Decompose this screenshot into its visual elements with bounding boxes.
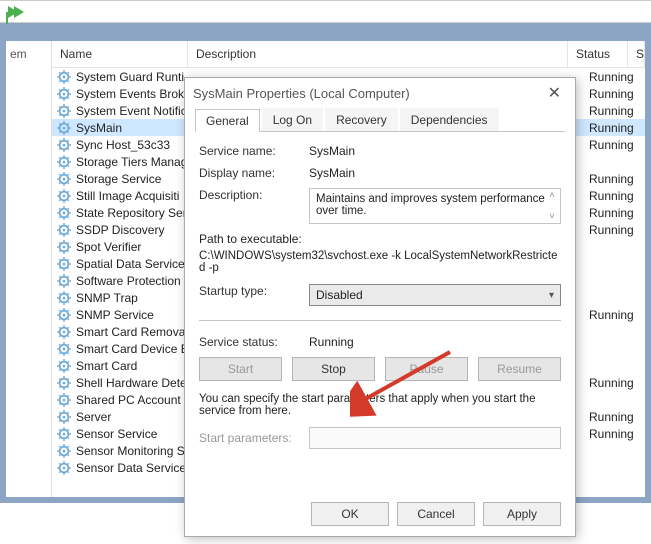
column-name[interactable]: Name <box>52 41 188 67</box>
tab-recovery[interactable]: Recovery <box>325 108 398 131</box>
gear-icon <box>56 358 72 374</box>
service-status: Running <box>585 308 645 322</box>
column-description[interactable]: Description <box>188 41 568 67</box>
list-header: Name Description Status S <box>52 41 645 68</box>
service-status: Running <box>585 104 645 118</box>
gear-icon <box>56 188 72 204</box>
stop-button[interactable]: Stop <box>292 357 375 381</box>
service-status: Running <box>585 189 645 203</box>
service-status: Running <box>585 427 645 441</box>
tab-logon[interactable]: Log On <box>262 108 323 131</box>
gear-icon <box>56 460 72 476</box>
gear-icon <box>56 409 72 425</box>
gear-icon <box>56 290 72 306</box>
service-status: Running <box>585 223 645 237</box>
dialog-title-bar: SysMain Properties (Local Computer) ✕ <box>185 78 575 108</box>
column-status[interactable]: Status <box>568 41 628 67</box>
description-box[interactable]: Maintains and improves system performanc… <box>309 188 561 224</box>
label-display-name: Display name: <box>199 166 309 180</box>
resume-button[interactable]: Resume <box>478 357 561 381</box>
service-status: Running <box>585 172 645 186</box>
gear-icon <box>56 154 72 170</box>
gear-icon <box>56 205 72 221</box>
gear-icon <box>56 239 72 255</box>
label-startup-type: Startup type: <box>199 284 309 298</box>
label-service-status: Service status: <box>199 335 309 349</box>
app-window: em Name Description Status S System Guar… <box>0 0 651 544</box>
start-params-input[interactable] <box>309 427 561 449</box>
gear-icon <box>56 69 72 85</box>
gear-icon <box>56 86 72 102</box>
gear-icon <box>56 443 72 459</box>
gear-icon <box>56 341 72 357</box>
chevron-down-icon: ▾ <box>549 290 554 301</box>
tab-dependencies[interactable]: Dependencies <box>400 108 499 131</box>
ok-button[interactable]: OK <box>311 502 389 526</box>
toolbar <box>0 1 651 23</box>
label-service-name: Service name: <box>199 144 309 158</box>
value-service-status: Running <box>309 335 561 349</box>
tab-general[interactable]: General <box>195 109 260 132</box>
gear-icon <box>56 137 72 153</box>
value-service-name: SysMain <box>309 144 561 158</box>
gear-icon <box>56 171 72 187</box>
scroll-down-icon[interactable]: ˅ <box>546 212 558 221</box>
service-status: Running <box>585 410 645 424</box>
label-path: Path to executable: <box>199 232 561 246</box>
note-text: You can specify the start parameters tha… <box>199 393 561 417</box>
apply-button[interactable]: Apply <box>483 502 561 526</box>
startup-type-select[interactable]: Disabled ▾ <box>309 284 561 306</box>
pause-button[interactable]: Pause <box>385 357 468 381</box>
service-status: Running <box>585 70 645 84</box>
start-button[interactable]: Start <box>199 357 282 381</box>
close-icon[interactable]: ✕ <box>542 81 567 105</box>
tab-body: Service name: SysMain Display name: SysM… <box>185 132 575 461</box>
separator <box>199 320 561 321</box>
properties-dialog: SysMain Properties (Local Computer) ✕ Ge… <box>184 77 576 537</box>
gear-icon <box>56 307 72 323</box>
value-path: C:\WINDOWS\system32\svchost.exe -k Local… <box>199 250 561 274</box>
label-description: Description: <box>199 188 309 202</box>
gear-icon <box>56 392 72 408</box>
column-startup[interactable]: S <box>628 41 645 67</box>
scroll-up-icon[interactable]: ˄ <box>546 191 558 200</box>
left-pane-fragment: em <box>6 41 52 497</box>
service-status: Running <box>585 121 645 135</box>
dialog-title: SysMain Properties (Local Computer) <box>193 86 410 101</box>
gear-icon <box>56 256 72 272</box>
gear-icon <box>56 375 72 391</box>
gear-icon <box>56 426 72 442</box>
gear-icon <box>56 324 72 340</box>
service-status: Running <box>585 138 645 152</box>
service-status: Running <box>585 206 645 220</box>
tab-strip: General Log On Recovery Dependencies <box>195 108 565 132</box>
gear-icon <box>56 222 72 238</box>
gear-icon <box>56 120 72 136</box>
value-display-name: SysMain <box>309 166 561 180</box>
play-icon[interactable] <box>8 6 24 18</box>
cancel-button[interactable]: Cancel <box>397 502 475 526</box>
service-status: Running <box>585 376 645 390</box>
label-start-params: Start parameters: <box>199 431 309 445</box>
gear-icon <box>56 103 72 119</box>
service-status: Running <box>585 87 645 101</box>
gear-icon <box>56 273 72 289</box>
